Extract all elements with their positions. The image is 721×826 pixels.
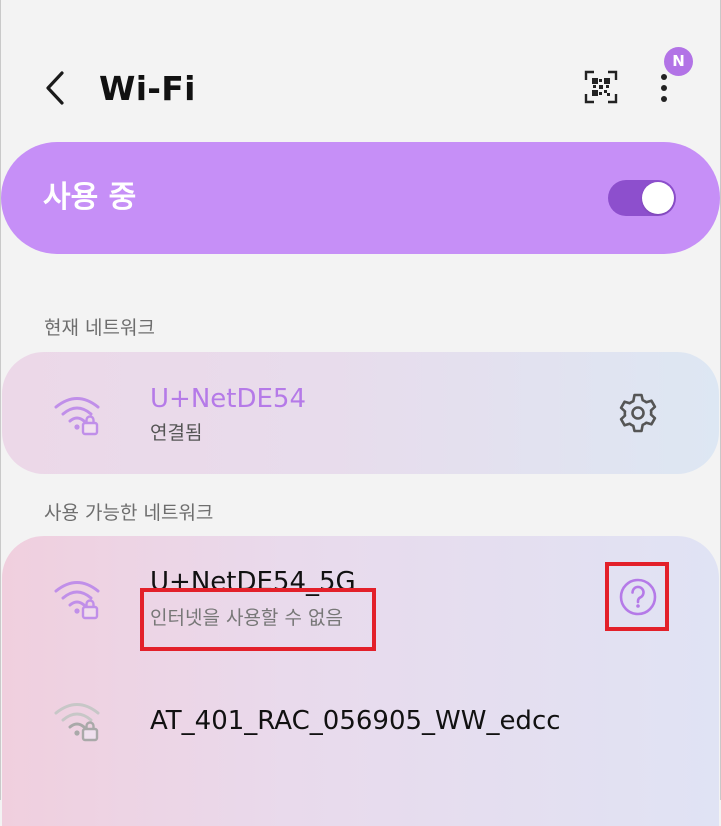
current-network-header: 현재 네트워크 (44, 317, 155, 339)
current-network-name: U+NetDE54 (150, 384, 306, 414)
network-settings-button[interactable] (616, 391, 660, 435)
account-badge: N (664, 47, 693, 76)
help-highlight-box (605, 562, 669, 631)
status-highlight-box (140, 588, 376, 651)
back-button[interactable] (36, 66, 76, 110)
wifi-toggle-switch[interactable] (608, 180, 676, 216)
wifi-status-label: 사용 중 (43, 180, 137, 215)
gear-icon (619, 393, 657, 433)
qr-code-scan-icon (584, 70, 618, 104)
current-network-card[interactable]: U+NetDE54 연결됨 (2, 352, 719, 474)
qr-scan-button[interactable] (584, 70, 618, 104)
wifi-master-toggle-card[interactable]: 사용 중 (1, 142, 720, 254)
toggle-knob (642, 182, 674, 214)
page-title: Wi-Fi (99, 69, 196, 108)
wifi-lock-icon (54, 581, 100, 620)
chevron-left-icon (46, 71, 64, 105)
wifi-weak-lock-icon (54, 703, 100, 742)
current-network-status: 연결됨 (150, 422, 203, 444)
available-networks-header: 사용 가능한 네트워크 (44, 502, 214, 524)
network-name: AT_401_RAC_056905_WW_edcc (150, 706, 561, 736)
wifi-lock-icon (54, 397, 100, 436)
